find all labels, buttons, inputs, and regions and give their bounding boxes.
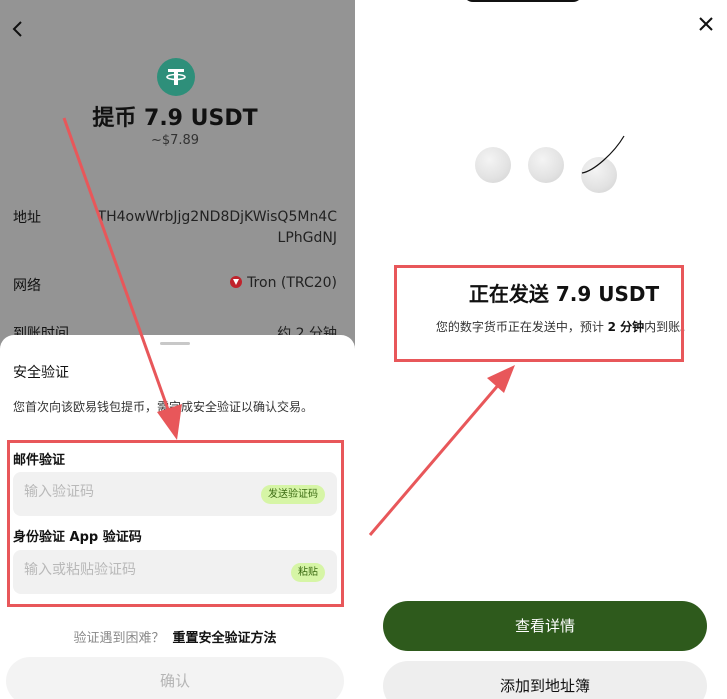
sheet-drag-handle[interactable] [160, 342, 190, 345]
network-name: Tron (TRC20) [247, 275, 337, 291]
withdraw-title: 提币 7.9 USDT [92, 106, 258, 131]
help-line: 验证遇到困难？ 重置安全验证方法 [0, 627, 350, 646]
loading-sweep-line [581, 135, 625, 174]
reset-verification-link[interactable]: 重置安全验证方法 [173, 631, 277, 646]
sheet-description: 您首次向该欧易钱包提币，需完成安全验证以确认交易。 [13, 400, 314, 414]
network-value: Tron (TRC20) [230, 275, 337, 291]
help-question: 验证遇到困难？ [73, 631, 165, 646]
right-panel: 正在发送 7.9 USDT 您的数字货币正在发送中，预计 2 分钟内到账。 查看… [369, 0, 727, 699]
back-chevron-icon[interactable] [11, 20, 25, 38]
network-label: 网络 [13, 278, 41, 294]
tether-icon [157, 58, 195, 96]
view-details-button[interactable]: 查看详情 [383, 601, 707, 651]
close-icon[interactable] [698, 16, 714, 32]
annotation-box-fields [7, 440, 344, 607]
status-bar-pill [463, 0, 583, 2]
withdraw-usd-value: ~$7.89 [150, 133, 200, 148]
address-label: 地址 [13, 210, 41, 226]
address-value: TH4owWrbJjg2ND8DjKWisQ5Mn4CLPhGdNJ [97, 209, 337, 246]
confirm-button[interactable]: 确认 [6, 657, 344, 699]
tron-icon [230, 276, 243, 288]
annotation-box-sending [394, 265, 684, 362]
loading-dot-1 [475, 147, 511, 183]
left-panel: 提币 7.9 USDT ~$7.89 地址 TH4owWrbJjg2ND8DjK… [0, 0, 355, 699]
add-to-address-book-button[interactable]: 添加到地址簿 [383, 661, 707, 699]
sheet-title: 安全验证 [13, 365, 69, 381]
loading-dot-2 [528, 147, 564, 183]
